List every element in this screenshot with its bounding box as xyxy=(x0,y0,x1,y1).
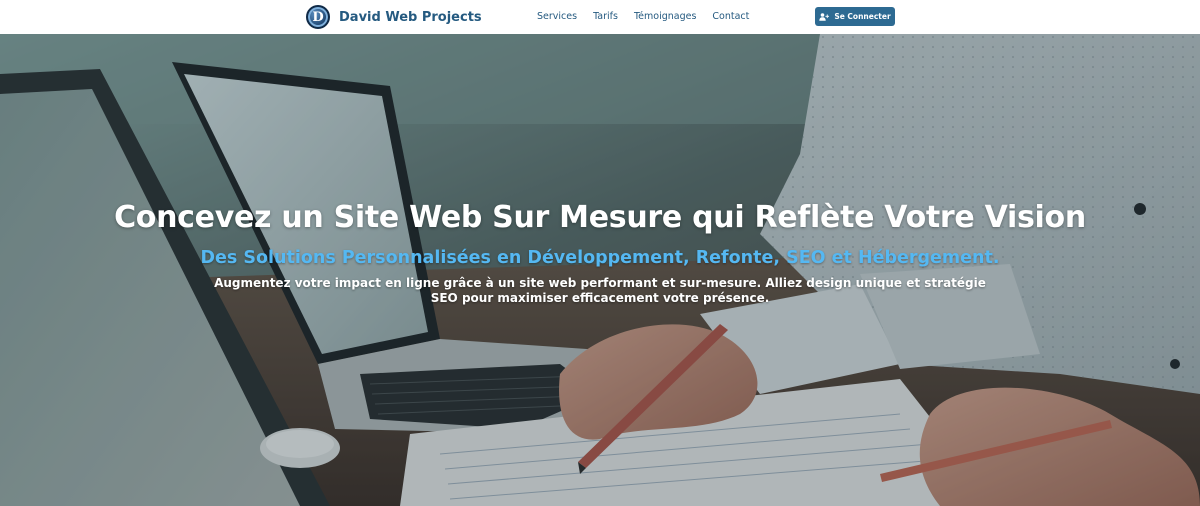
hero-section: Concevez un Site Web Sur Mesure qui Refl… xyxy=(0,34,1200,506)
site-header: D David Web Projects Services Tarifs Tém… xyxy=(0,0,1200,34)
logo-letter: D xyxy=(312,9,324,25)
main-nav: Services Tarifs Témoignages Contact xyxy=(537,11,765,22)
nav-link-tarifs[interactable]: Tarifs xyxy=(593,11,618,22)
brand-name[interactable]: David Web Projects xyxy=(339,10,482,25)
hero-title: Concevez un Site Web Sur Mesure qui Refl… xyxy=(114,200,1086,235)
hero-subtitle: Des Solutions Personnalisées en Développ… xyxy=(200,248,1000,268)
login-button-label: Se Connecter xyxy=(834,12,891,21)
hero-overlay xyxy=(0,34,1200,506)
user-plus-icon xyxy=(819,12,830,21)
nav-link-contact[interactable]: Contact xyxy=(712,11,749,22)
hero-text: Augmentez votre impact en ligne grâce à … xyxy=(214,276,986,305)
brand[interactable]: D David Web Projects xyxy=(306,4,482,30)
login-button[interactable]: Se Connecter xyxy=(815,7,895,26)
nav-link-temoignages[interactable]: Témoignages xyxy=(634,11,696,22)
nav-link-services[interactable]: Services xyxy=(537,11,577,22)
brand-logo-icon[interactable]: D xyxy=(306,5,330,29)
